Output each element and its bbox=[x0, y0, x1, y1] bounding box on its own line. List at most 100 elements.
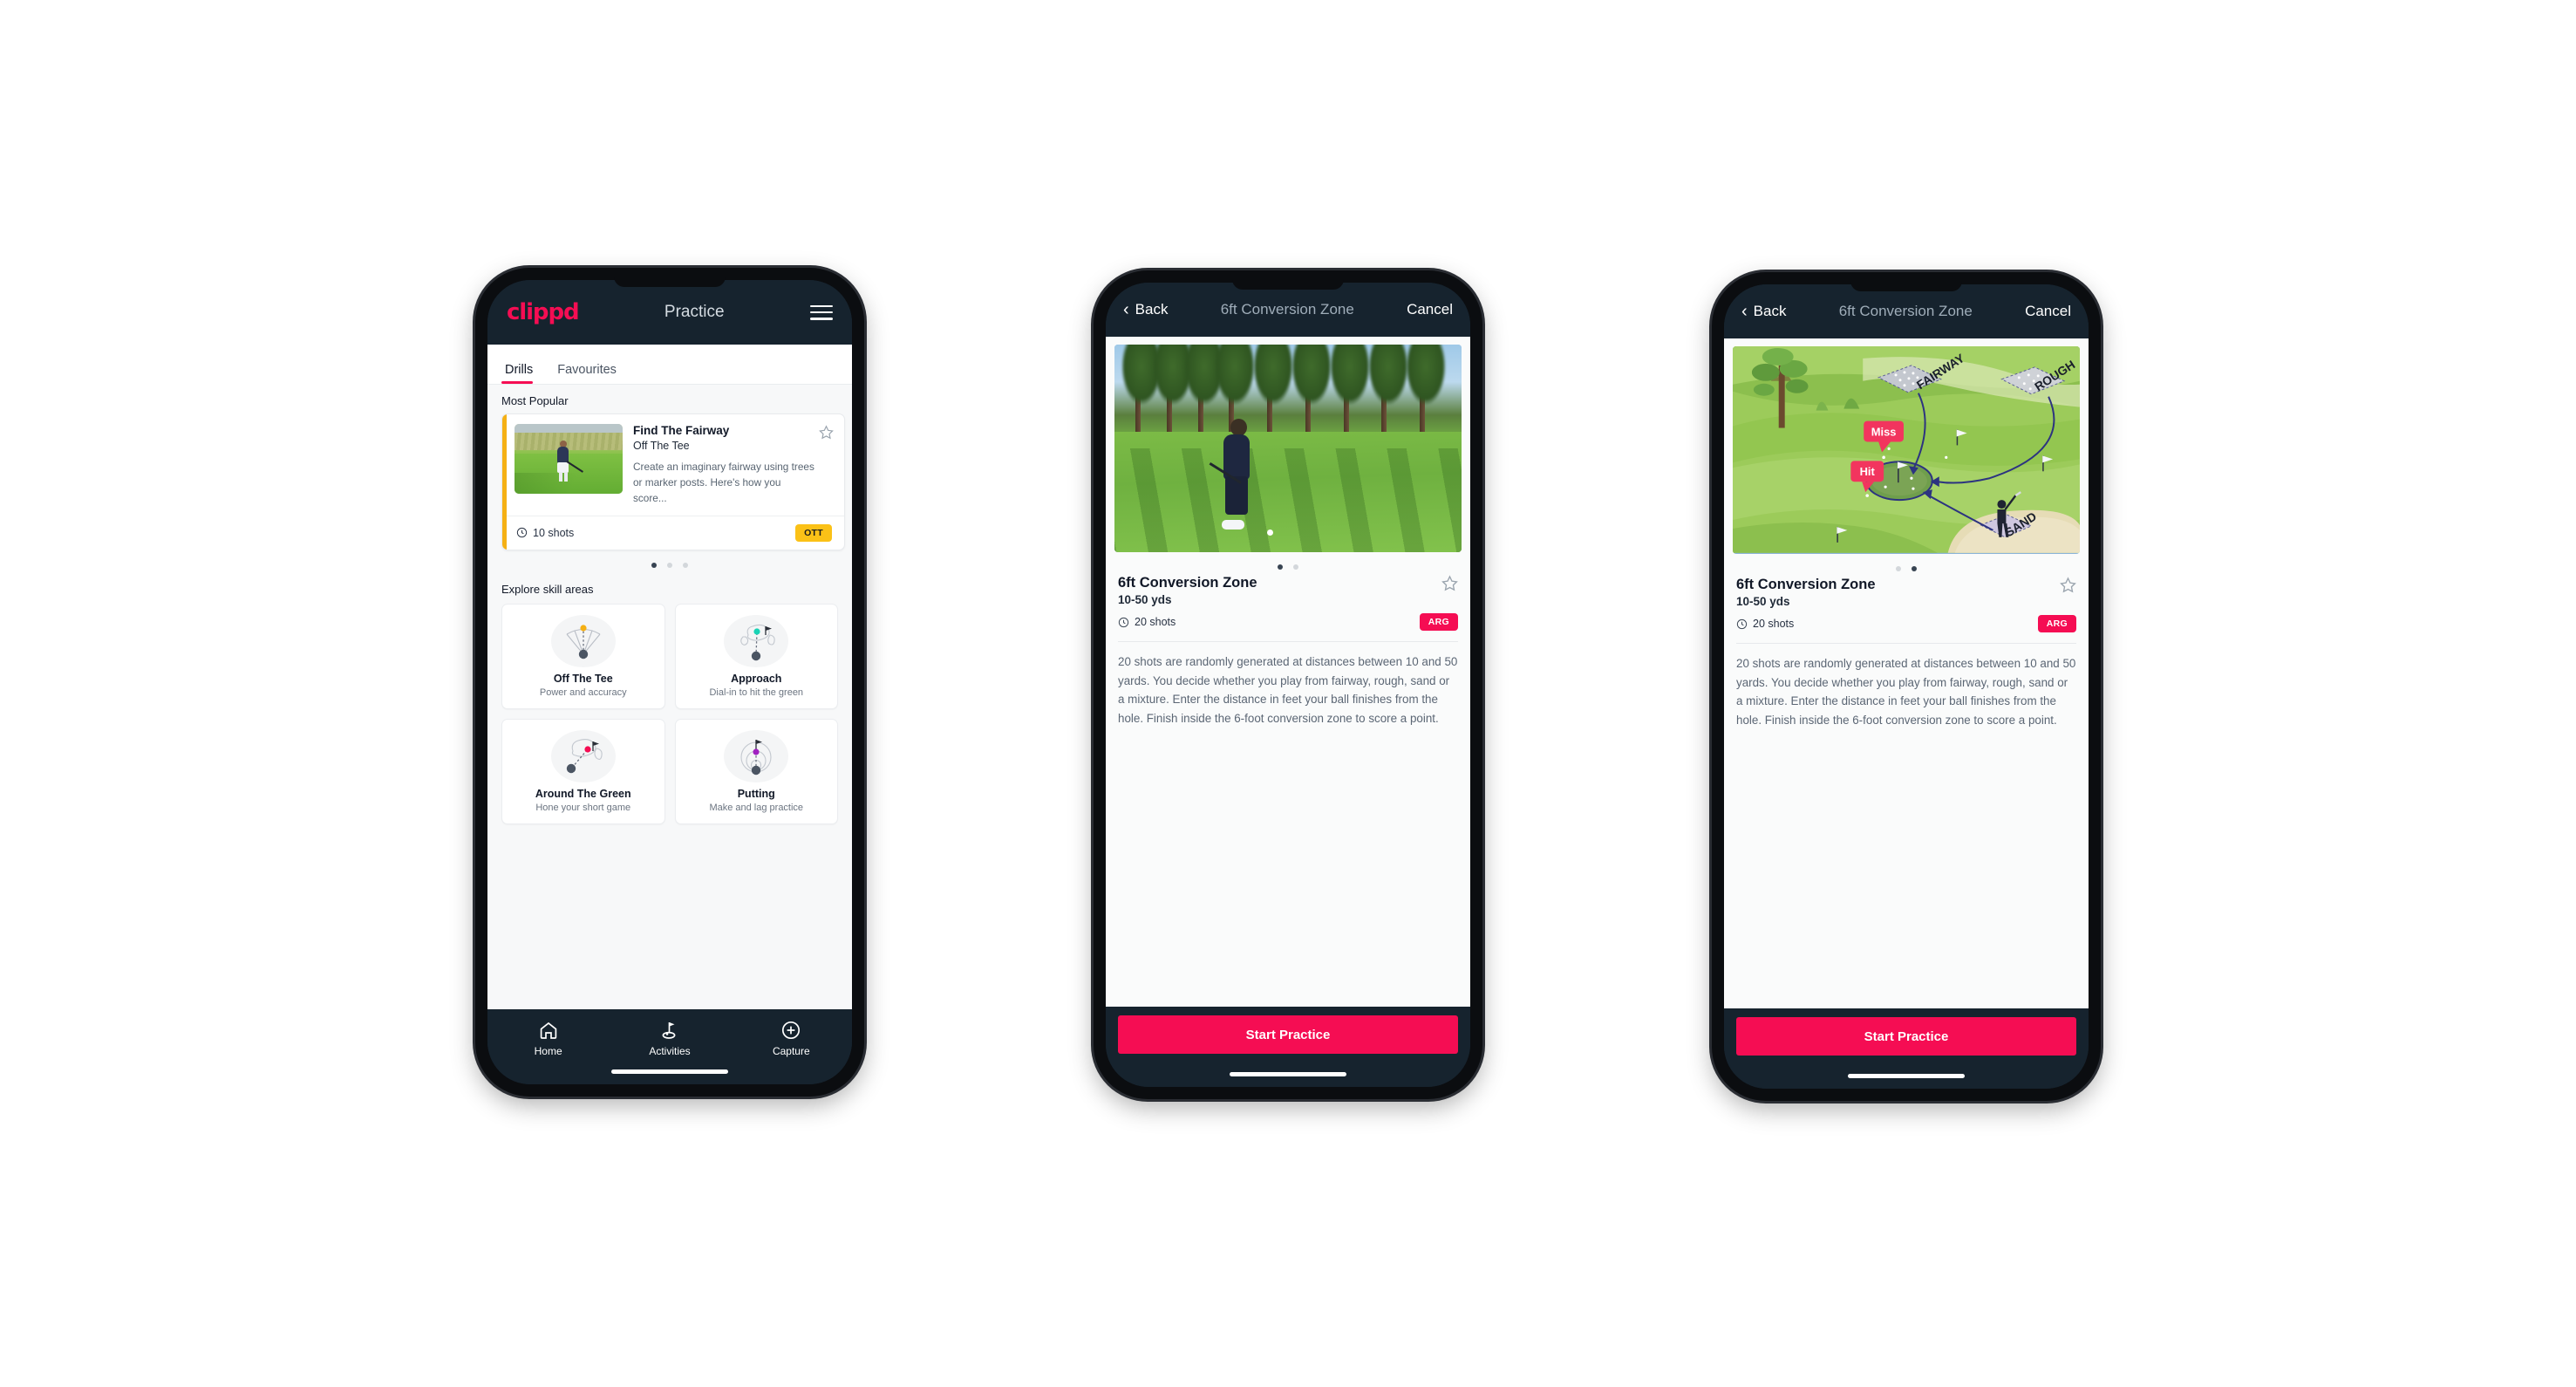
skill-card-approach[interactable]: Approach Dial-in to hit the green bbox=[674, 603, 838, 709]
cta-footer: Start Practice bbox=[1724, 1008, 2089, 1089]
detail-category-chip: ARG bbox=[1419, 613, 1458, 631]
detail-title: 6ft Conversion Zone bbox=[1736, 577, 1876, 592]
detail-description: 20 shots are randomly generated at dista… bbox=[1736, 657, 2076, 728]
section-most-popular-label: Most Popular bbox=[501, 394, 569, 407]
app-header: clippd Practice bbox=[487, 280, 852, 345]
tabbar-label: Activities bbox=[649, 1045, 691, 1057]
cancel-button[interactable]: Cancel bbox=[1407, 301, 1453, 318]
home-indicator bbox=[611, 1069, 728, 1074]
approach-green-icon bbox=[724, 614, 789, 667]
phone-notch bbox=[614, 277, 726, 287]
drill-accent-bar bbox=[502, 414, 507, 550]
back-label: Back bbox=[1753, 303, 1787, 319]
detail-navbar: ‹ Back 6ft Conversion Zone Cancel bbox=[1106, 283, 1470, 337]
carousel-dot-2[interactable] bbox=[1912, 566, 1917, 571]
tee-dispersion-icon bbox=[550, 614, 616, 667]
cta-footer: Start Practice bbox=[1106, 1007, 1470, 1087]
golfer-illustration bbox=[555, 440, 584, 483]
detail-body: 6ft Conversion Zone 10-50 yds 20 shots A… bbox=[1106, 575, 1470, 728]
chevron-left-icon: ‹ bbox=[1123, 300, 1129, 319]
skill-subtitle: Make and lag practice bbox=[709, 802, 804, 813]
carousel-dots bbox=[1724, 554, 2089, 577]
section-explore-label: Explore skill areas bbox=[501, 582, 594, 596]
start-practice-button[interactable]: Start Practice bbox=[1118, 1015, 1458, 1054]
home-indicator bbox=[1230, 1072, 1346, 1076]
phone-detail-video: ‹ Back 6ft Conversion Zone Cancel 6ft Co… bbox=[1094, 270, 1482, 1099]
detail-shots-label: 20 shots bbox=[1135, 616, 1176, 628]
navbar-title: 6ft Conversion Zone bbox=[1838, 303, 1973, 319]
back-label: Back bbox=[1135, 301, 1169, 318]
page-title: Practice bbox=[664, 303, 725, 321]
skill-area-grid: Off The Tee Power and accuracy Approach … bbox=[487, 602, 852, 837]
star-outline-icon[interactable] bbox=[819, 425, 834, 440]
hamburger-icon[interactable] bbox=[810, 304, 833, 320]
start-practice-button[interactable]: Start Practice bbox=[1736, 1017, 2076, 1056]
skill-subtitle: Dial-in to hit the green bbox=[709, 687, 804, 698]
carousel-dots bbox=[1106, 552, 1470, 575]
detail-description: 20 shots are randomly generated at dista… bbox=[1118, 655, 1458, 726]
carousel-dot-2[interactable] bbox=[667, 562, 672, 568]
detail-category-chip: ARG bbox=[2037, 615, 2076, 632]
chevron-left-icon: ‹ bbox=[1741, 302, 1748, 321]
drill-media-photo[interactable] bbox=[1114, 345, 1462, 552]
detail-content: 6ft Conversion Zone 10-50 yds 20 shots A… bbox=[1106, 337, 1470, 1007]
star-outline-icon[interactable] bbox=[1441, 575, 1458, 591]
tabbar-item-activities[interactable]: Activities bbox=[610, 1020, 730, 1057]
drill-card[interactable]: Find The Fairway Off The Tee Create an i… bbox=[501, 413, 845, 550]
skill-subtitle: Hone your short game bbox=[535, 802, 631, 813]
phone-notch bbox=[1850, 281, 1962, 291]
phone-notch bbox=[1232, 279, 1344, 290]
skill-title: Around The Green bbox=[535, 787, 631, 800]
phone2-screen: ‹ Back 6ft Conversion Zone Cancel 6ft Co… bbox=[1106, 283, 1470, 1087]
detail-shots: 20 shots bbox=[1736, 618, 1794, 630]
drill-subtitle: Off The Tee bbox=[633, 439, 690, 452]
tab-strip: Drills Favourites bbox=[487, 345, 852, 385]
home-icon bbox=[540, 1021, 556, 1039]
golfer-photo-subject bbox=[1209, 419, 1258, 530]
skill-title: Putting bbox=[737, 787, 775, 800]
phone-detail-diagram: ‹ Back 6ft Conversion Zone Cancel Miss H… bbox=[1712, 272, 2101, 1101]
phone3-screen: ‹ Back 6ft Conversion Zone Cancel Miss H… bbox=[1724, 284, 2089, 1089]
phone1-screen: clippd Practice Drills Favourites Most P… bbox=[487, 280, 852, 1084]
putting-rings-icon bbox=[724, 729, 789, 782]
back-button[interactable]: ‹ Back bbox=[1123, 301, 1168, 318]
detail-content: Miss Hit FAIRWAY ROUGH SAND 6ft Conversi… bbox=[1724, 338, 2089, 1008]
golf-flag-icon bbox=[662, 1022, 676, 1039]
drill-carousel[interactable]: Find The Fairway Off The Tee Create an i… bbox=[487, 413, 852, 550]
tree-line bbox=[1114, 345, 1462, 436]
star-outline-icon[interactable] bbox=[2060, 577, 2076, 593]
clock-icon bbox=[1118, 617, 1129, 627]
svg-text:Hit: Hit bbox=[1860, 465, 1876, 478]
carousel-dot-1[interactable] bbox=[1896, 566, 1901, 571]
tabbar-item-capture[interactable]: Capture bbox=[731, 1020, 851, 1057]
detail-body: 6ft Conversion Zone 10-50 yds 20 shots A… bbox=[1724, 577, 2089, 730]
detail-shots: 20 shots bbox=[1118, 616, 1176, 628]
carousel-dot-3[interactable] bbox=[683, 562, 688, 568]
clippd-logo[interactable]: clippd bbox=[507, 299, 580, 325]
skill-card-off-the-tee[interactable]: Off The Tee Power and accuracy bbox=[501, 603, 665, 709]
home-indicator bbox=[1848, 1074, 1965, 1078]
carousel-dots bbox=[487, 550, 852, 573]
skill-card-putting[interactable]: Putting Make and lag practice bbox=[674, 718, 838, 824]
tabbar-item-home[interactable]: Home bbox=[488, 1020, 609, 1057]
divider bbox=[1118, 641, 1458, 642]
detail-title: 6ft Conversion Zone bbox=[1118, 575, 1257, 591]
tab-drills[interactable]: Drills bbox=[501, 363, 545, 384]
carousel-dot-1[interactable] bbox=[1278, 564, 1283, 570]
cancel-button[interactable]: Cancel bbox=[2025, 303, 2071, 320]
carousel-dot-1[interactable] bbox=[651, 562, 657, 568]
detail-yardage: 10-50 yds bbox=[1118, 593, 1172, 606]
tab-favourites[interactable]: Favourites bbox=[545, 363, 629, 384]
phone-practice-list: clippd Practice Drills Favourites Most P… bbox=[475, 268, 864, 1097]
drill-thumbnail bbox=[515, 424, 623, 494]
navbar-title: 6ft Conversion Zone bbox=[1220, 301, 1354, 318]
skill-title: Off The Tee bbox=[553, 672, 613, 685]
clock-icon bbox=[1736, 618, 1748, 629]
carousel-dot-2[interactable] bbox=[1293, 564, 1298, 570]
skill-title: Approach bbox=[731, 672, 782, 685]
skill-card-around-the-green[interactable]: Around The Green Hone your short game bbox=[501, 718, 665, 824]
bottom-tab-bar: Home Activities Capture bbox=[487, 1009, 852, 1084]
drill-media-illustration[interactable]: Miss Hit FAIRWAY ROUGH SAND bbox=[1733, 346, 2080, 554]
back-button[interactable]: ‹ Back bbox=[1741, 303, 1786, 320]
drill-title: Find The Fairway bbox=[633, 424, 730, 437]
